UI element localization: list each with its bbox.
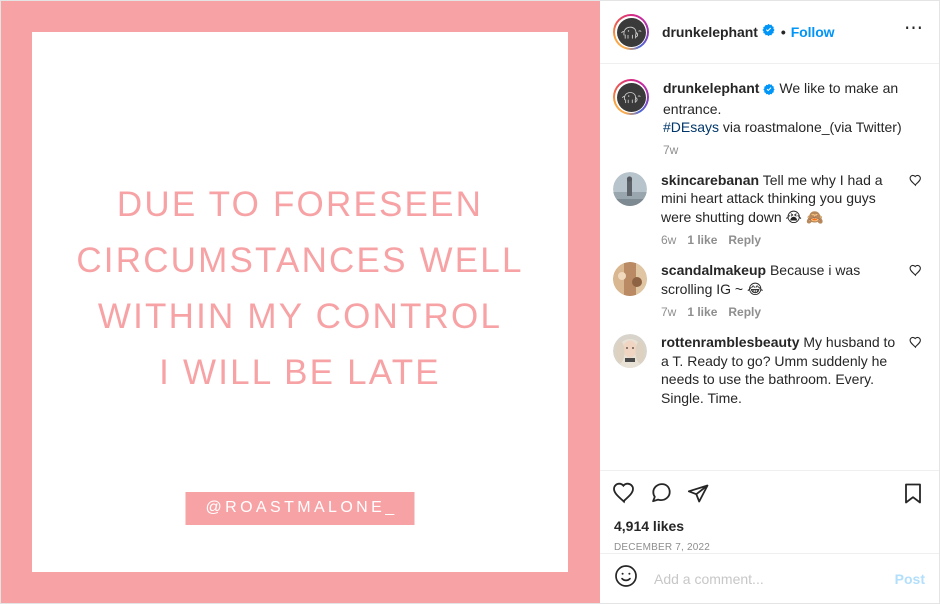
- heart-outline-icon: [909, 336, 921, 349]
- post-media-panel[interactable]: DUE TO FORESEEN CIRCUMSTANCES WELL WITHI…: [1, 1, 600, 603]
- verified-badge-icon: [762, 23, 775, 41]
- caption-row: drunkelephant We like to make an entranc…: [600, 64, 939, 157]
- share-button[interactable]: [686, 481, 710, 510]
- caption-body: drunkelephant We like to make an entranc…: [663, 79, 925, 157]
- paper-plane-icon: [687, 484, 709, 503]
- comment-body: scandalmakeup Because i was scrolling IG…: [661, 261, 901, 319]
- follow-button[interactable]: Follow: [791, 24, 835, 40]
- save-button[interactable]: [901, 481, 925, 510]
- heart-outline-icon: [613, 482, 634, 504]
- comment-reply-button[interactable]: Reply: [728, 305, 761, 319]
- comment-meta: 7w 1 like Reply: [661, 305, 901, 319]
- comment-username[interactable]: scandalmakeup: [661, 262, 766, 278]
- comment-item: skincarebanan Tell me why I had a mini h…: [600, 157, 939, 248]
- commenter-photo: [613, 262, 647, 296]
- avatar-story-ring[interactable]: [613, 14, 649, 50]
- post-date: DECEMBER 7, 2022: [614, 542, 711, 553]
- elephant-glyph: [621, 26, 642, 39]
- comment-likes[interactable]: 1 like: [687, 305, 717, 319]
- comment-like-button[interactable]: [909, 174, 925, 248]
- elephant-glyph: [622, 92, 641, 104]
- emoji-picker-button[interactable]: [614, 564, 638, 593]
- comment-like-button[interactable]: [909, 336, 925, 407]
- comment-likes[interactable]: 1 like: [687, 233, 717, 247]
- comment-username[interactable]: skincarebanan: [661, 172, 759, 188]
- caption-timestamp: 7w: [663, 142, 679, 157]
- smiley-face-icon: [615, 565, 637, 587]
- comment-like-button[interactable]: [909, 264, 925, 319]
- caption-avatar[interactable]: [613, 79, 649, 115]
- comment-text: scandalmakeup Because i was scrolling IG…: [661, 261, 901, 299]
- heart-outline-icon: [909, 264, 921, 277]
- comment-item: rottenramblesbeauty My husband to a T. R…: [600, 319, 939, 407]
- caption-rest: via roastmalone_(via Twitter): [722, 119, 902, 135]
- verified-check-glyph: [763, 83, 776, 96]
- comment-avatar[interactable]: [613, 171, 647, 206]
- attribution-badge: @ROASTMALONE_: [185, 492, 415, 525]
- comments-scroll-area[interactable]: drunkelephant We like to make an entranc…: [600, 64, 939, 471]
- post-sidebar: drunkelephant • Follow ⋯ drunkelephant W…: [600, 1, 939, 603]
- caption-text: drunkelephant We like to make an entranc…: [663, 79, 925, 137]
- heart-outline-icon: [909, 174, 921, 186]
- comment-timestamp: 6w: [661, 233, 677, 247]
- caption-meta: 7w: [663, 143, 925, 157]
- commenter-photo: [613, 171, 647, 206]
- comment-composer: Post: [600, 553, 939, 603]
- caption-avatar-ring-inner: [615, 81, 647, 113]
- header-separator: •: [780, 24, 786, 40]
- like-button[interactable]: [612, 481, 636, 510]
- caption-hashtag[interactable]: #DEsays: [663, 119, 719, 135]
- post-comment-button[interactable]: Post: [895, 571, 925, 587]
- comment-text: rottenramblesbeauty My husband to a T. R…: [661, 333, 901, 407]
- avatar-ring-inner: [615, 16, 647, 48]
- comment-meta: 6w 1 like Reply: [661, 233, 901, 247]
- elephant-avatar-icon: [616, 17, 646, 47]
- post-header: drunkelephant • Follow ⋯: [600, 1, 939, 64]
- action-bar: [600, 471, 939, 510]
- header-username[interactable]: drunkelephant: [662, 24, 758, 40]
- bookmark-outline-icon: [905, 483, 921, 504]
- elephant-avatar-icon: [616, 82, 646, 112]
- comment-button[interactable]: [649, 481, 673, 510]
- comment-emoji: 😂: [746, 281, 764, 298]
- comment-body: rottenramblesbeauty My husband to a T. R…: [661, 333, 901, 407]
- quote-text: DUE TO FORESEEN CIRCUMSTANCES WELL WITHI…: [76, 185, 524, 392]
- comment-username[interactable]: rottenramblesbeauty: [661, 334, 799, 350]
- comment-timestamp: 7w: [661, 305, 677, 319]
- comment-avatar[interactable]: [613, 262, 647, 296]
- verified-check-glyph: [762, 23, 775, 37]
- comment-reply-button[interactable]: Reply: [728, 233, 761, 247]
- caption-username[interactable]: drunkelephant: [663, 80, 759, 96]
- instagram-post-window: DUE TO FORESEEN CIRCUMSTANCES WELL WITHI…: [0, 0, 940, 604]
- comment-bubble-icon: [652, 483, 671, 503]
- comment-text: skincarebanan Tell me why I had a mini h…: [661, 171, 901, 228]
- likes-count[interactable]: 4,914 likes: [600, 510, 939, 534]
- comment-emoji: 😭 🙈: [785, 209, 824, 226]
- comment-body: skincarebanan Tell me why I had a mini h…: [661, 171, 901, 248]
- comment-item: scandalmakeup Because i was scrolling IG…: [600, 247, 939, 319]
- verified-badge-icon: [763, 81, 776, 100]
- ellipsis-icon[interactable]: ⋯: [904, 19, 925, 40]
- commenter-photo: [613, 334, 647, 368]
- quote-card: DUE TO FORESEEN CIRCUMSTANCES WELL WITHI…: [32, 32, 568, 572]
- comment-avatar[interactable]: [613, 334, 647, 368]
- comment-input[interactable]: [652, 569, 895, 588]
